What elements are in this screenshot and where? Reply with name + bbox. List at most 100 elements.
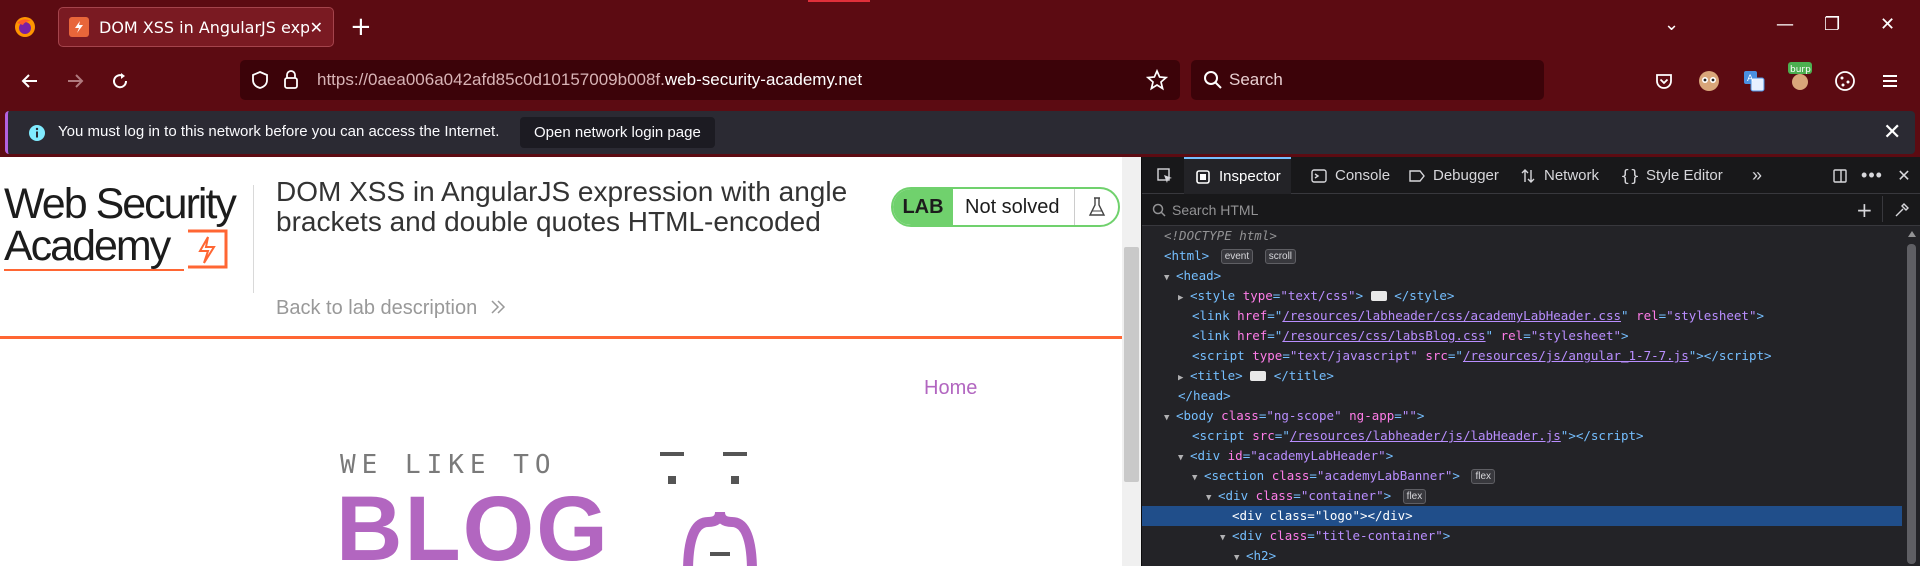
tree-head[interactable]: ▼ <head> xyxy=(1142,266,1902,286)
header-orange-rule xyxy=(0,336,1122,339)
flex-badge[interactable]: flex xyxy=(1471,469,1496,484)
title-container-class-value: "title-container" xyxy=(1314,528,1443,543)
url-text[interactable]: https://0aea006a042afd85c0d10157009b008f… xyxy=(317,70,862,90)
tab-network-label: Network xyxy=(1544,167,1600,184)
expand-arrow-icon[interactable]: ▼ xyxy=(1220,528,1232,548)
devtools-toolbar: Inspector Console Debugger Network {} St… xyxy=(1142,157,1920,194)
angular-script-src[interactable]: /resources/js/angular_1-7-7.js xyxy=(1463,348,1689,363)
double-chevron-right-icon xyxy=(491,300,505,314)
head-tag: <head> xyxy=(1176,268,1222,283)
search-bar[interactable]: Search xyxy=(1191,60,1544,100)
tree-div-logo-selected[interactable]: <div class="logo"></div> xyxy=(1142,506,1902,526)
lab-status-text: Not solved xyxy=(965,195,1060,218)
add-node-icon[interactable]: + xyxy=(1856,198,1873,222)
open-network-login-button[interactable]: Open network login page xyxy=(520,117,715,148)
tab-active[interactable]: DOM XSS in AngularJS expression ✕ xyxy=(58,7,334,47)
tree-style[interactable]: ▶ <style type="text/css"> </style> xyxy=(1142,286,1902,306)
header-divider xyxy=(253,185,254,293)
pocket-icon[interactable] xyxy=(1650,67,1678,95)
close-window-button[interactable]: ✕ xyxy=(1880,14,1895,35)
new-tab-button[interactable]: + xyxy=(350,14,372,40)
blog-heading: BLOG xyxy=(336,478,610,566)
tree-html[interactable]: <html> event scroll xyxy=(1142,246,1902,266)
firefox-icon[interactable] xyxy=(12,14,38,40)
labheader-script-src[interactable]: /resources/labheader/js/labHeader.js xyxy=(1290,428,1561,443)
collapsed-content-icon[interactable] xyxy=(1370,291,1387,301)
search-icon xyxy=(1203,70,1223,94)
tree-section-banner[interactable]: ▼ <section class="academyLabBanner"> flex xyxy=(1142,466,1902,486)
shield-icon[interactable] xyxy=(250,70,270,94)
dock-side-icon[interactable] xyxy=(1827,157,1853,194)
tree-doctype[interactable]: <!DOCTYPE html> xyxy=(1142,226,1902,246)
expand-arrow-icon[interactable]: ▼ xyxy=(1164,268,1176,288)
web-security-academy-logo[interactable]: Web Security Academy xyxy=(4,183,254,271)
tab-network[interactable]: Network xyxy=(1509,157,1609,194)
forward-button[interactable] xyxy=(61,67,89,95)
tab-close-icon[interactable]: ✕ xyxy=(310,18,323,37)
back-to-lab-description-link[interactable]: Back to lab description xyxy=(276,297,507,320)
notification-close-icon[interactable]: ✕ xyxy=(1883,120,1901,145)
tab-debugger[interactable]: Debugger xyxy=(1398,157,1509,194)
back-button[interactable] xyxy=(16,67,44,95)
flex-badge[interactable]: flex xyxy=(1402,489,1427,504)
markup-scrollbar[interactable] xyxy=(1902,226,1920,566)
scroll-badge[interactable]: scroll xyxy=(1264,249,1297,264)
eyedropper-icon[interactable] xyxy=(1894,202,1910,222)
page-scrollbar-thumb[interactable] xyxy=(1124,247,1139,482)
extension-icon[interactable] xyxy=(1695,67,1723,95)
cookie-icon[interactable] xyxy=(1831,67,1859,95)
collapse-arrow-icon[interactable]: ▶ xyxy=(1178,288,1190,308)
bookmark-star-icon[interactable] xyxy=(1145,68,1169,95)
collapsed-content-icon[interactable] xyxy=(1250,371,1267,381)
list-all-tabs-icon[interactable]: ⌄ xyxy=(1664,14,1679,35)
tree-div-academy-lab-header[interactable]: ▼ <div id="academyLabHeader"> xyxy=(1142,446,1902,466)
expand-arrow-icon[interactable]: ▼ xyxy=(1178,448,1190,468)
lab-label: LAB xyxy=(893,189,953,225)
more-tools-icon[interactable]: » xyxy=(1742,157,1772,194)
translate-icon[interactable]: A xyxy=(1740,67,1768,95)
expand-arrow-icon[interactable]: ▼ xyxy=(1192,468,1204,488)
container-class-value: "container" xyxy=(1300,488,1384,503)
tree-div-title-container[interactable]: ▼ <div class="title-container"> xyxy=(1142,526,1902,546)
home-link[interactable]: Home xyxy=(924,377,977,400)
tab-console[interactable]: Console xyxy=(1300,157,1400,194)
tab-style-editor[interactable]: {} Style Editor xyxy=(1611,157,1733,194)
search-divider xyxy=(1882,196,1883,222)
devtools-search-bar[interactable]: Search HTML + xyxy=(1142,194,1920,226)
tree-script-labheader[interactable]: <script src="/resources/labheader/js/lab… xyxy=(1142,426,1902,446)
event-badge[interactable]: event xyxy=(1220,249,1254,264)
expand-arrow-icon[interactable]: ▼ xyxy=(1234,548,1246,566)
minimize-button[interactable]: — xyxy=(1776,14,1794,35)
link1-href[interactable]: /resources/labheader/css/academyLabHeade… xyxy=(1282,308,1621,323)
expand-arrow-icon[interactable]: ▼ xyxy=(1206,488,1218,508)
tree-body[interactable]: ▼ <body class="ng-scope" ng-app=""> xyxy=(1142,406,1902,426)
reload-button[interactable] xyxy=(106,67,134,95)
expand-arrow-icon[interactable]: ▼ xyxy=(1164,408,1176,428)
tree-title[interactable]: ▶ <title> </title> xyxy=(1142,366,1902,386)
link2-href[interactable]: /resources/css/labsBlog.css xyxy=(1282,328,1485,343)
collapse-arrow-icon[interactable]: ▶ xyxy=(1178,368,1190,388)
html-tag: <html> xyxy=(1164,248,1210,263)
lock-icon[interactable] xyxy=(282,69,300,95)
tree-script-angular[interactable]: <script type="text/javascript" src="/res… xyxy=(1142,346,1902,366)
tree-head-close[interactable]: </head> xyxy=(1142,386,1902,406)
tree-link-2[interactable]: <link href="/resources/css/labsBlog.css"… xyxy=(1142,326,1902,346)
element-picker-icon[interactable] xyxy=(1150,157,1180,194)
menu-icon[interactable] xyxy=(1876,67,1904,95)
url-bar[interactable]: https://0aea006a042afd85c0d10157009b008f… xyxy=(240,60,1180,100)
burp-icon[interactable]: burp xyxy=(1786,62,1814,91)
restore-button[interactable]: ❐ xyxy=(1824,14,1840,35)
markup-scrollbar-thumb[interactable] xyxy=(1907,244,1916,564)
devtools-options-icon[interactable]: ••• xyxy=(1859,157,1885,194)
markup-tree: <!DOCTYPE html> <html> event scroll ▼ <he… xyxy=(1142,226,1902,566)
tab-inspector[interactable]: Inspector xyxy=(1184,157,1291,194)
tree-link-1[interactable]: <link href="/resources/labheader/css/aca… xyxy=(1142,306,1902,326)
devtools-close-icon[interactable]: ✕ xyxy=(1891,157,1917,194)
tree-h2[interactable]: ▼ <h2> xyxy=(1142,546,1902,566)
lab-title: DOM XSS in AngularJS expression with ang… xyxy=(276,176,848,237)
style-close-tag: </style> xyxy=(1394,288,1455,303)
svg-text:burp: burp xyxy=(1790,65,1811,75)
tree-div-container[interactable]: ▼ <div class="container"> flex xyxy=(1142,486,1902,506)
page-scrollbar[interactable] xyxy=(1122,157,1141,566)
search-html-placeholder: Search HTML xyxy=(1172,202,1259,218)
